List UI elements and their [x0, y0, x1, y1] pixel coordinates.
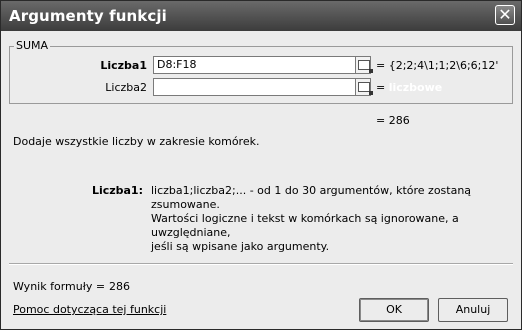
- function-arguments-dialog: Argumenty funkcji ✕ SUMA Liczba1 D8:F18 …: [0, 0, 522, 330]
- arg2-result: = liczbowe: [376, 81, 442, 94]
- function-description: Dodaje wszystkie liczby w zakresie komór…: [13, 135, 260, 148]
- help-link[interactable]: Pomoc dotycząca tej funkcji: [13, 303, 166, 316]
- function-result: = 286: [376, 114, 410, 127]
- arg-help-line: Wartości logiczne i tekst w komórkach są…: [151, 212, 459, 239]
- cancel-button[interactable]: Anuluj: [438, 298, 508, 322]
- arg2-label: Liczba2: [105, 81, 147, 94]
- arg2-result-prefix: =: [376, 81, 386, 94]
- close-button[interactable]: ✕: [495, 5, 515, 25]
- arg2-range-picker-button[interactable]: [355, 78, 373, 96]
- collapse-dialog-icon: [358, 82, 373, 95]
- arg1-input[interactable]: D8:F18: [153, 56, 371, 74]
- arg-help-line: liczba1;liczba2;... - od 1 do 30 argumen…: [151, 184, 472, 211]
- arg1-label: Liczba1: [100, 59, 147, 72]
- arg2-input[interactable]: [153, 78, 371, 96]
- arg-help-label: Liczba1:: [91, 184, 143, 197]
- title-bar[interactable]: Argumenty funkcji ✕: [1, 1, 521, 31]
- ok-button[interactable]: OK: [359, 298, 429, 322]
- arg2-result-hint: liczbowe: [388, 81, 443, 94]
- function-name: SUMA: [14, 39, 51, 52]
- collapse-dialog-icon: [358, 60, 373, 73]
- arg-help-line: jeśli są wpisane jako argumenty.: [151, 240, 330, 253]
- arg-help-text: liczba1;liczba2;... - od 1 do 30 argumen…: [151, 184, 501, 254]
- arg1-range-picker-button[interactable]: [355, 56, 373, 74]
- formula-result-label: Wynik formuły =: [13, 280, 106, 293]
- separator: [9, 263, 513, 265]
- arg1-result: = {2;2;4\1;1;2\6;6;12': [376, 59, 499, 72]
- close-icon: ✕: [498, 5, 512, 24]
- formula-result-value: 286: [109, 280, 130, 293]
- dialog-title: Argumenty funkcji: [9, 7, 167, 25]
